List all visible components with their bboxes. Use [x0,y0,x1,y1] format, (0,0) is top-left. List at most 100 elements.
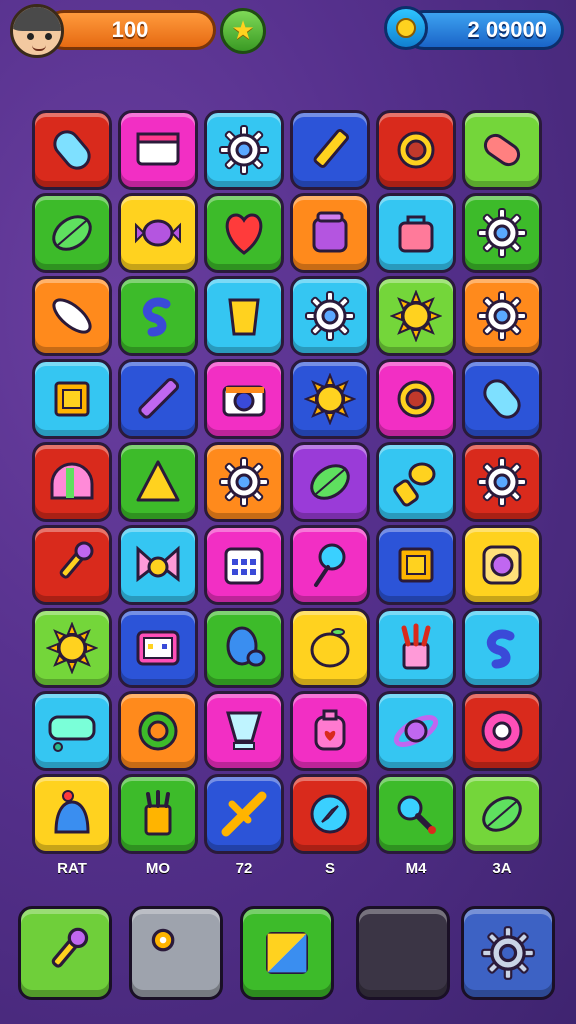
feather-icon [52,298,92,334]
board-tile[interactable] [376,608,456,688]
board-tile[interactable] [376,193,456,273]
gear-icon [219,457,269,507]
board-tile[interactable] [376,691,456,771]
board-tile[interactable] [290,442,370,522]
board-tile[interactable] [118,359,198,439]
board-tile[interactable] [32,608,112,688]
gem-icon[interactable] [384,6,428,50]
toolbar-button-empty-slot[interactable] [356,906,450,1000]
column-label: 72 [235,860,253,877]
board-tile[interactable] [118,442,198,522]
board-tile[interactable] [118,691,198,771]
toolbar-button-brush[interactable] [18,906,112,1000]
column-label: M4 [405,860,427,877]
board-tile[interactable] [290,525,370,605]
board-tile[interactable] [462,442,542,522]
star-icon[interactable]: ★ [220,8,266,54]
brush-icon [51,927,89,968]
board-tile[interactable] [32,442,112,522]
board-tile[interactable] [290,608,370,688]
board-tile[interactable] [376,525,456,605]
board-tile[interactable] [376,359,456,439]
board-tile[interactable] [290,110,370,190]
board-tile[interactable] [204,691,284,771]
board-tile[interactable] [462,525,542,605]
gem-value: 2 09000 [467,17,547,42]
board-tile[interactable] [204,774,284,854]
swirl-icon [142,297,171,337]
board-tile[interactable] [376,442,456,522]
board-tile[interactable] [462,359,542,439]
board-tile[interactable] [32,774,112,854]
board-tile[interactable] [204,359,284,439]
bandage-icon [483,133,521,167]
board-tile[interactable] [204,442,284,522]
crayon-icon [138,377,180,419]
jar-icon [312,211,348,253]
board-tile[interactable] [118,110,198,190]
column-label: MO [145,860,171,877]
board-tile[interactable] [204,110,284,190]
board-tile[interactable] [462,193,542,273]
toolbar-button-settings[interactable] [461,906,555,1000]
bell-icon [54,790,90,834]
board-tile[interactable] [462,691,542,771]
top-hud: 100 ★ 2 09000 [0,0,576,70]
board-tile[interactable] [32,193,112,273]
toolbar-button-picture[interactable] [240,906,334,1000]
coin-counter: 100 [44,10,216,50]
locked-icon [151,928,175,952]
heart-icon [225,213,263,255]
board-tile[interactable] [204,525,284,605]
board-tile[interactable] [376,110,456,190]
board-tile[interactable] [290,774,370,854]
board-tile[interactable] [32,525,112,605]
cup-icon [228,298,260,336]
board-tile[interactable] [290,193,370,273]
toolbar-button-locked[interactable] [129,906,223,1000]
board-tile[interactable] [32,276,112,356]
coin-value: 100 [111,17,149,42]
board-tile[interactable] [204,276,284,356]
board-tile[interactable] [462,774,542,854]
board-tile[interactable] [462,276,542,356]
magnifier-icon [397,795,436,834]
board-tile[interactable] [118,193,198,273]
board-tile[interactable] [118,276,198,356]
capsule-icon [483,379,521,419]
compass-icon [310,794,350,834]
mitt-icon [226,626,266,667]
board-tile[interactable] [118,608,198,688]
board-tile[interactable] [376,276,456,356]
lemon-icon [310,628,350,668]
swirl-icon [486,629,515,669]
player-avatar[interactable] [10,4,64,58]
board-tile[interactable] [32,359,112,439]
board-tile[interactable] [290,359,370,439]
flower-icon [482,545,522,585]
board-tile[interactable] [118,774,198,854]
board-tile[interactable] [118,525,198,605]
column-labels: RAT MO 72 S M4 3A [32,860,546,877]
donut-icon [481,710,523,752]
leaf-icon [52,215,92,251]
leaf-icon [310,464,350,500]
board-tile[interactable] [32,691,112,771]
glass-icon [226,711,262,750]
sun-icon [46,622,98,674]
frame-icon [54,381,90,417]
board-tile[interactable] [462,110,542,190]
window-icon [136,132,180,166]
board-tile[interactable] [204,608,284,688]
board-tile[interactable] [290,276,370,356]
board-tile[interactable] [204,193,284,273]
board-tile[interactable] [290,691,370,771]
board-tile[interactable] [462,608,542,688]
board-tile[interactable] [32,110,112,190]
board-tile[interactable] [376,774,456,854]
gear-icon [477,291,527,341]
empty-slot [375,925,431,981]
column-label: S [324,860,335,877]
gem-counter: 2 09000 [404,10,564,50]
sun-icon [390,290,442,342]
